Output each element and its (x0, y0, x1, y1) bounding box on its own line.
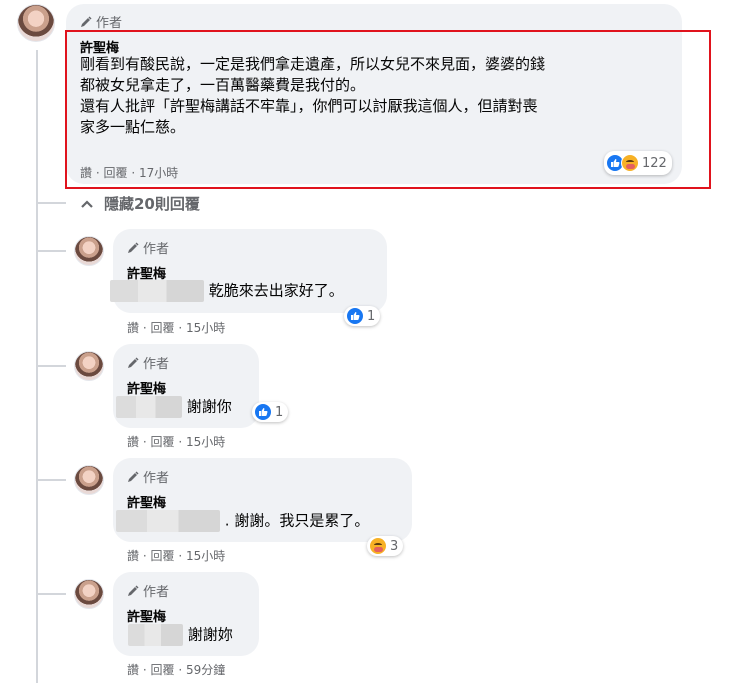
author-badge-label: 作者 (143, 357, 170, 372)
redacted-mention (116, 510, 220, 532)
care-reaction-icon (369, 537, 387, 555)
like-button[interactable]: 讚 (127, 549, 139, 563)
avatar[interactable] (17, 4, 55, 42)
redacted-mention (128, 624, 183, 646)
reply-text: 謝謝你 (116, 396, 232, 418)
reply-text: . 謝謝。我只是累了。 (116, 510, 369, 532)
reply-text: 謝謝妳 (128, 624, 233, 646)
reply-actions: 讚 · 回覆 · 15小時 (127, 433, 225, 450)
chevron-up-icon (81, 199, 93, 208)
reply-text-content: . 謝謝。我只是累了。 (224, 511, 370, 530)
thread-connector (36, 479, 66, 481)
pencil-icon (128, 470, 139, 482)
reply-button[interactable]: 回覆 (151, 321, 175, 335)
reaction-count: 1 (275, 404, 284, 420)
author-badge-label: 作者 (143, 585, 170, 600)
reply-actions: 讚 · 回覆 · 59分鐘 (127, 661, 225, 678)
reply-text: 乾脆來去出家好了。 (110, 280, 344, 302)
reaction-summary[interactable]: 3 (367, 536, 404, 556)
thread-connector (36, 202, 66, 204)
like-reaction-icon (254, 403, 272, 421)
author-badge: 作者 (127, 581, 169, 600)
author-badge: 作者 (127, 467, 169, 486)
highlight-box (65, 30, 711, 189)
avatar[interactable] (74, 236, 104, 266)
separator: · (142, 549, 147, 563)
separator: · (178, 321, 183, 335)
thread-connector (36, 250, 66, 252)
reply-actions: 讚 · 回覆 · 15小時 (127, 319, 225, 336)
separator: · (178, 549, 183, 563)
separator: · (142, 663, 147, 677)
reply-button[interactable]: 回覆 (151, 663, 175, 677)
reaction-count: 3 (390, 538, 399, 554)
author-badge-label: 作者 (96, 16, 123, 31)
like-reaction-icon (346, 307, 364, 325)
author-badge-label: 作者 (143, 471, 170, 486)
timestamp[interactable]: 15小時 (186, 321, 225, 335)
thread-connector (36, 365, 66, 367)
pencil-icon (81, 15, 92, 27)
like-button[interactable]: 讚 (127, 663, 139, 677)
reply-button[interactable]: 回覆 (151, 435, 175, 449)
reaction-summary[interactable]: 1 (344, 306, 381, 326)
timestamp[interactable]: 15小時 (186, 435, 225, 449)
commenter-name[interactable]: 許聖梅 (127, 606, 166, 625)
like-button[interactable]: 讚 (127, 321, 139, 335)
separator: · (178, 663, 183, 677)
hide-replies-label: 隱藏20則回覆 (104, 195, 200, 213)
commenter-name[interactable]: 許聖梅 (127, 378, 166, 397)
reply-text-content: 謝謝你 (186, 397, 232, 416)
separator: · (142, 321, 147, 335)
hide-replies-button[interactable]: 隱藏20則回覆 (80, 193, 200, 214)
author-badge: 作者 (80, 12, 122, 31)
like-button[interactable]: 讚 (127, 435, 139, 449)
avatar[interactable] (74, 579, 104, 609)
thread-connector (36, 593, 66, 595)
separator: · (142, 435, 147, 449)
reaction-summary[interactable]: 1 (252, 402, 289, 422)
separator: · (178, 435, 183, 449)
commenter-name[interactable]: 許聖梅 (127, 492, 166, 511)
reply-actions: 讚 · 回覆 · 15小時 (127, 547, 225, 564)
avatar[interactable] (74, 351, 104, 381)
reaction-count: 1 (367, 308, 376, 324)
pencil-icon (128, 356, 139, 368)
timestamp[interactable]: 15小時 (186, 549, 225, 563)
timestamp[interactable]: 59分鐘 (186, 663, 225, 677)
pencil-icon (128, 241, 139, 253)
redacted-mention (116, 396, 182, 418)
avatar[interactable] (74, 465, 104, 495)
redacted-mention (110, 280, 204, 302)
author-badge: 作者 (127, 238, 169, 257)
author-badge-label: 作者 (143, 242, 170, 257)
pencil-icon (128, 584, 139, 596)
reply-button[interactable]: 回覆 (151, 549, 175, 563)
reply-text-content: 謝謝妳 (187, 625, 233, 644)
reply-text-content: 乾脆來去出家好了。 (208, 281, 344, 300)
author-badge: 作者 (127, 353, 169, 372)
